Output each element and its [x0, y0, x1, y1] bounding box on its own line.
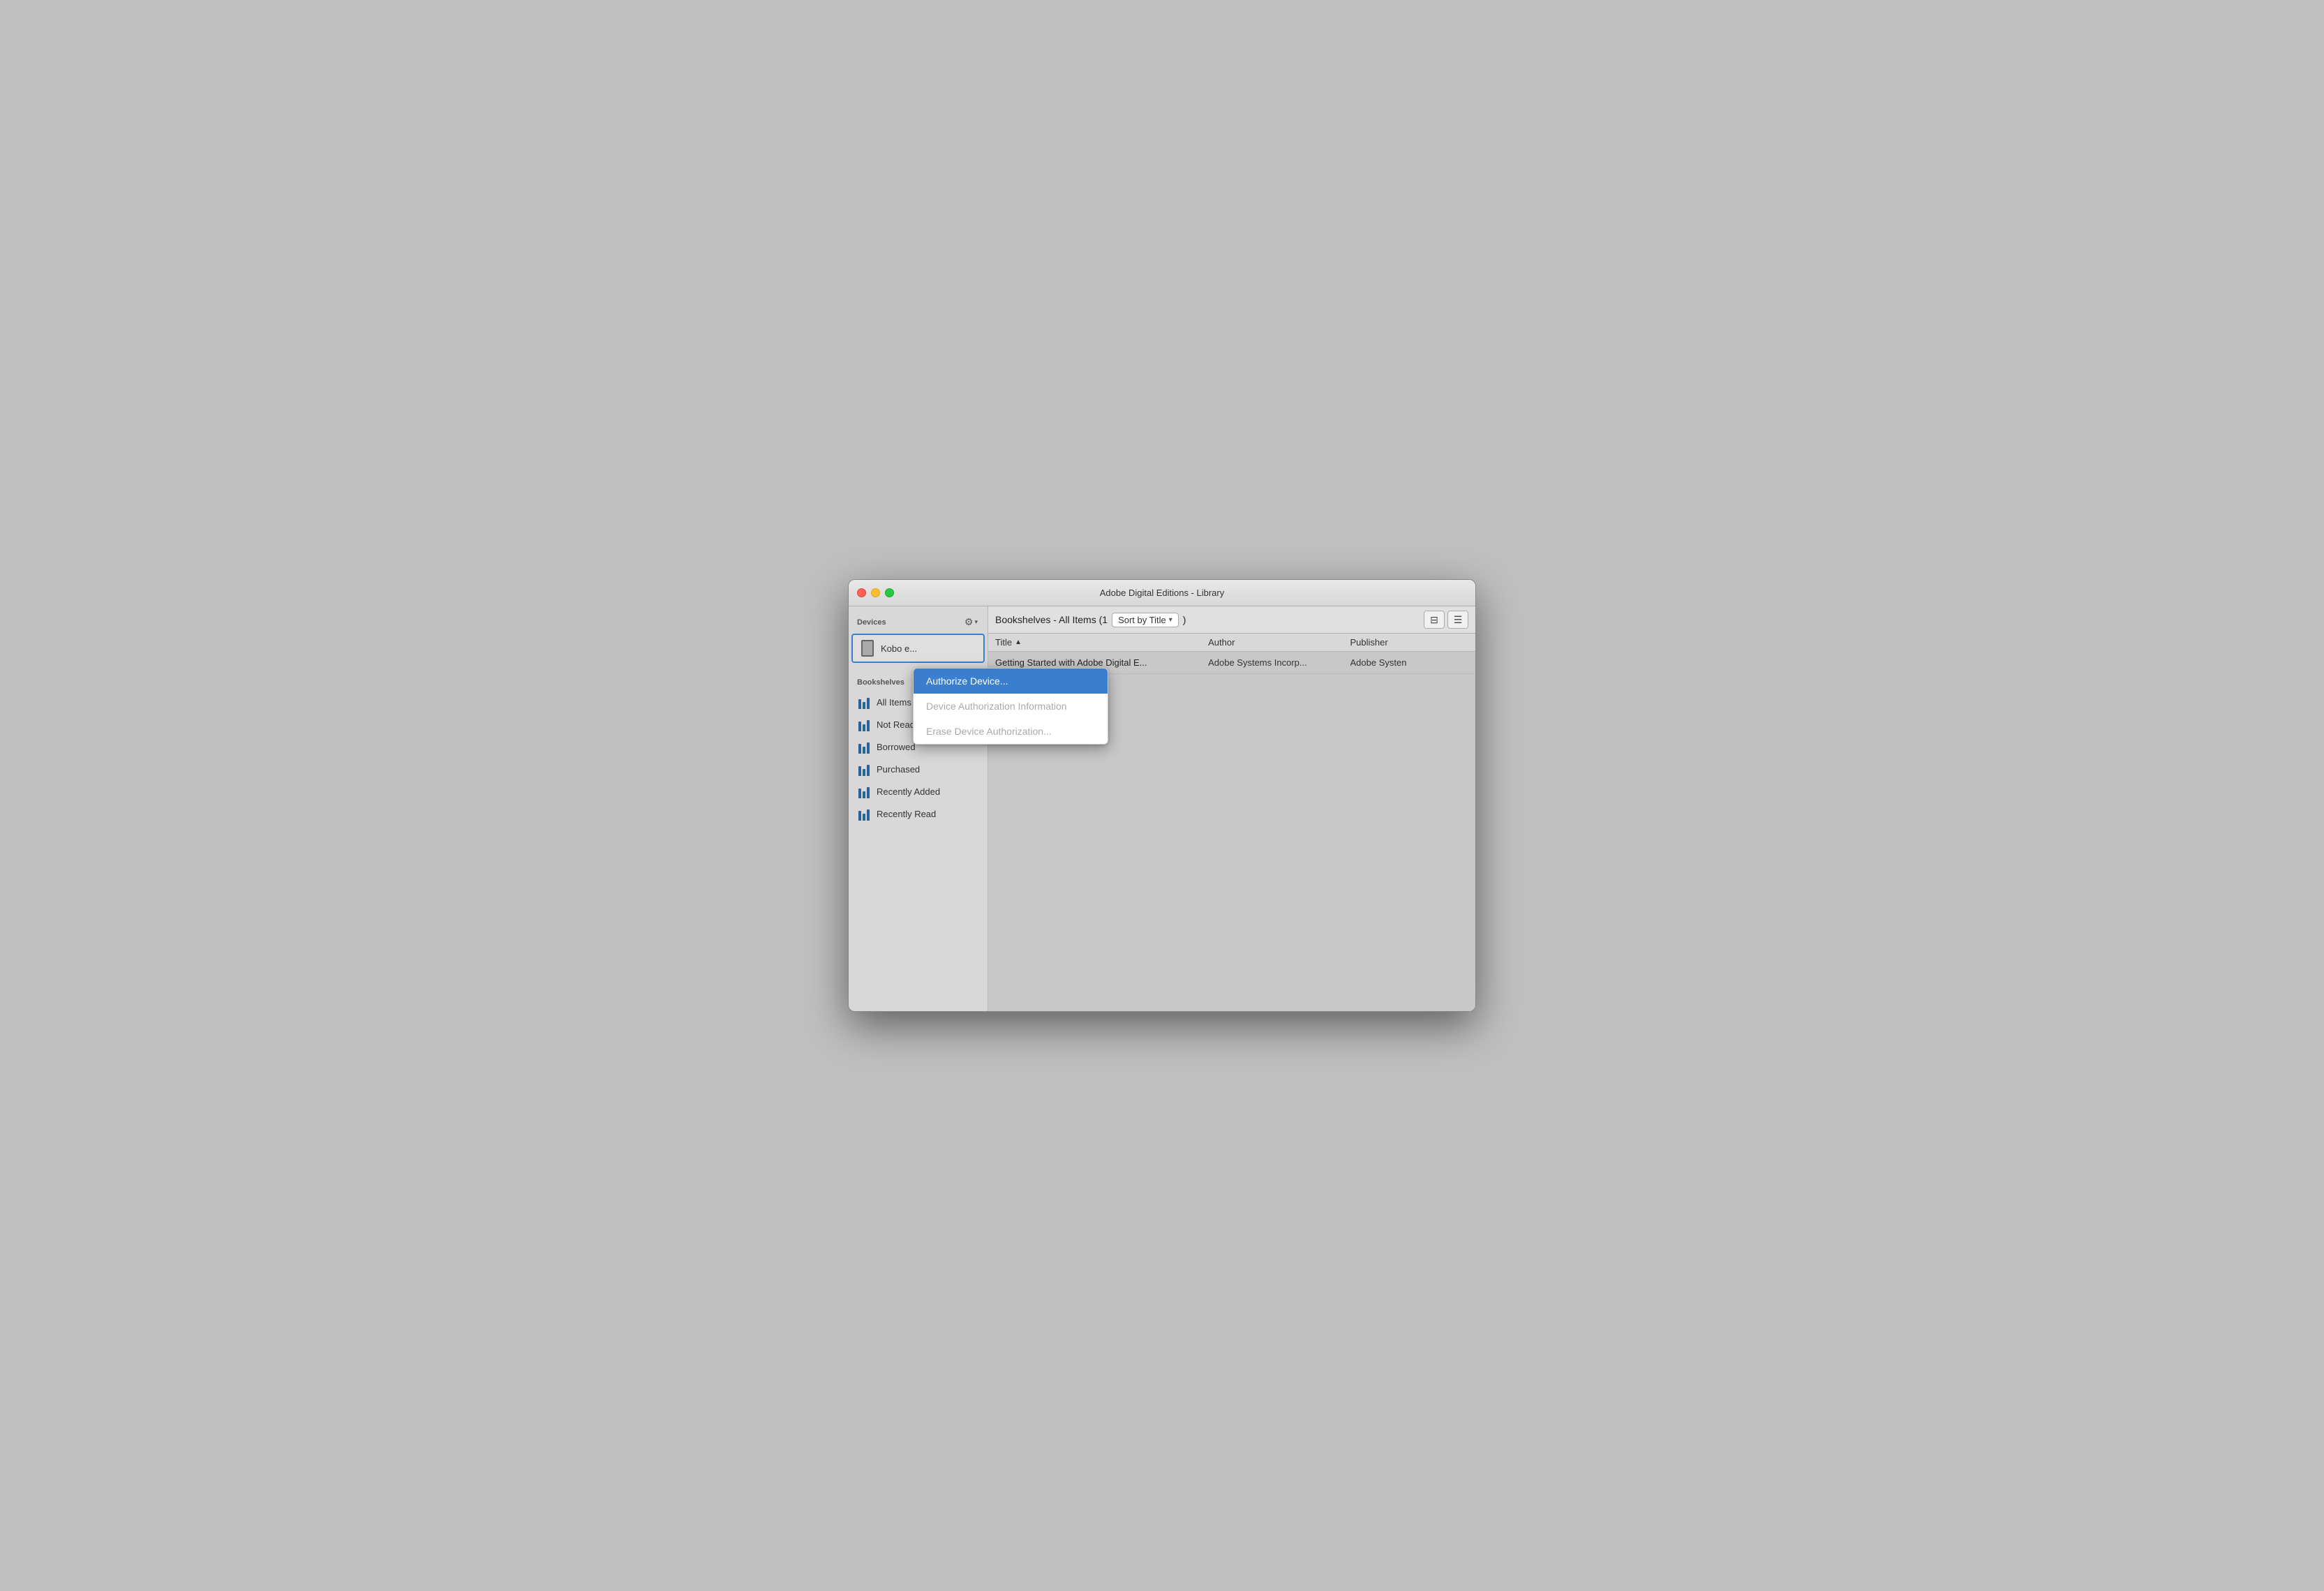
menu-item-device-auth-info: Device Authorization Information: [914, 694, 1108, 719]
devices-section: Devices ⚙ ▾ Kobo e...: [849, 606, 988, 670]
books-icon: [858, 695, 871, 709]
tablet-icon: [861, 640, 874, 657]
sidebar-item-purchased[interactable]: Purchased: [849, 758, 988, 780]
content-panel: Bookshelves - All Items (1 Sort by Title…: [988, 606, 1475, 1011]
col-author-label: Author: [1208, 637, 1235, 648]
sort-asc-icon: ▲: [1015, 638, 1022, 646]
cell-author: Adobe Systems Incorp...: [1208, 657, 1350, 668]
books-icon: [858, 807, 871, 821]
books-icon: [858, 762, 871, 776]
books-icon: [858, 784, 871, 798]
sidebar-item-label: Purchased: [877, 764, 920, 775]
col-title-header[interactable]: Title ▲: [995, 637, 1208, 648]
window-title: Adobe Digital Editions - Library: [1100, 588, 1224, 598]
content-header: Bookshelves - All Items (1 Sort by Title…: [988, 606, 1475, 634]
context-menu: Authorize Device... Device Authorization…: [913, 668, 1108, 745]
books-icon: [858, 740, 871, 754]
gear-icon: ⚙: [964, 616, 974, 628]
sort-label: Sort by Title: [1118, 615, 1166, 625]
devices-gear-button[interactable]: ⚙ ▾: [962, 615, 981, 629]
app-window: Adobe Digital Editions - Library Devices…: [848, 579, 1476, 1012]
sidebar-item-recently-added[interactable]: Recently Added: [849, 780, 988, 802]
col-author-header[interactable]: Author: [1208, 637, 1350, 648]
devices-label: Devices: [857, 618, 886, 627]
sidebar-item-label: Not Read: [877, 719, 915, 730]
bookshelves-label: Bookshelves: [857, 678, 904, 687]
title-bar: Adobe Digital Editions - Library: [849, 580, 1475, 606]
menu-item-erase-device-auth: Erase Device Authorization...: [914, 719, 1108, 744]
col-publisher-header[interactable]: Publisher: [1350, 637, 1469, 648]
sidebar-item-label: Borrowed: [877, 742, 916, 752]
devices-header: Devices ⚙ ▾: [849, 612, 988, 632]
menu-item-label: Authorize Device...: [926, 675, 1008, 687]
list-detail-view-button[interactable]: ⊟: [1424, 611, 1445, 629]
menu-item-label: Erase Device Authorization...: [926, 726, 1052, 737]
header-close-paren: ): [1183, 614, 1186, 625]
sidebar-item-label: Recently Read: [877, 809, 936, 819]
menu-item-authorize-device[interactable]: Authorize Device...: [914, 668, 1108, 694]
col-title-label: Title: [995, 637, 1012, 648]
device-item-kobo[interactable]: Kobo e...: [851, 634, 985, 663]
sort-chevron-icon: ▾: [1169, 616, 1172, 624]
cell-publisher: Adobe Systen: [1350, 657, 1469, 668]
device-name: Kobo e...: [881, 643, 917, 654]
close-button[interactable]: [857, 588, 866, 597]
list-detail-icon: ⊟: [1430, 614, 1438, 626]
content-title-area: Bookshelves - All Items (1 Sort by Title…: [995, 613, 1424, 627]
menu-item-label: Device Authorization Information: [926, 701, 1067, 712]
col-publisher-label: Publisher: [1350, 637, 1388, 648]
books-icon: [858, 717, 871, 731]
window-body: Devices ⚙ ▾ Kobo e... Bookshelv: [849, 606, 1475, 1011]
minimize-button[interactable]: [871, 588, 880, 597]
traffic-lights: [857, 588, 894, 597]
table-header: Title ▲ Author Publisher: [988, 634, 1475, 652]
maximize-button[interactable]: [885, 588, 894, 597]
cell-title: Getting Started with Adobe Digital E...: [995, 657, 1208, 668]
sidebar-item-label: Recently Added: [877, 786, 940, 797]
list-compact-icon: ☰: [1454, 614, 1463, 626]
device-icon: [860, 638, 875, 658]
gear-chevron-icon: ▾: [974, 618, 978, 626]
content-title: Bookshelves - All Items (1: [995, 614, 1108, 625]
sidebar-item-recently-read[interactable]: Recently Read: [849, 802, 988, 825]
view-buttons: ⊟ ☰: [1424, 611, 1468, 629]
sort-dropdown[interactable]: Sort by Title ▾: [1112, 613, 1179, 627]
sidebar: Devices ⚙ ▾ Kobo e... Bookshelv: [849, 606, 988, 1011]
sidebar-item-label: All Items: [877, 697, 911, 708]
header-prefix: Bookshelves - All Items (1: [995, 614, 1108, 625]
list-compact-view-button[interactable]: ☰: [1447, 611, 1468, 629]
